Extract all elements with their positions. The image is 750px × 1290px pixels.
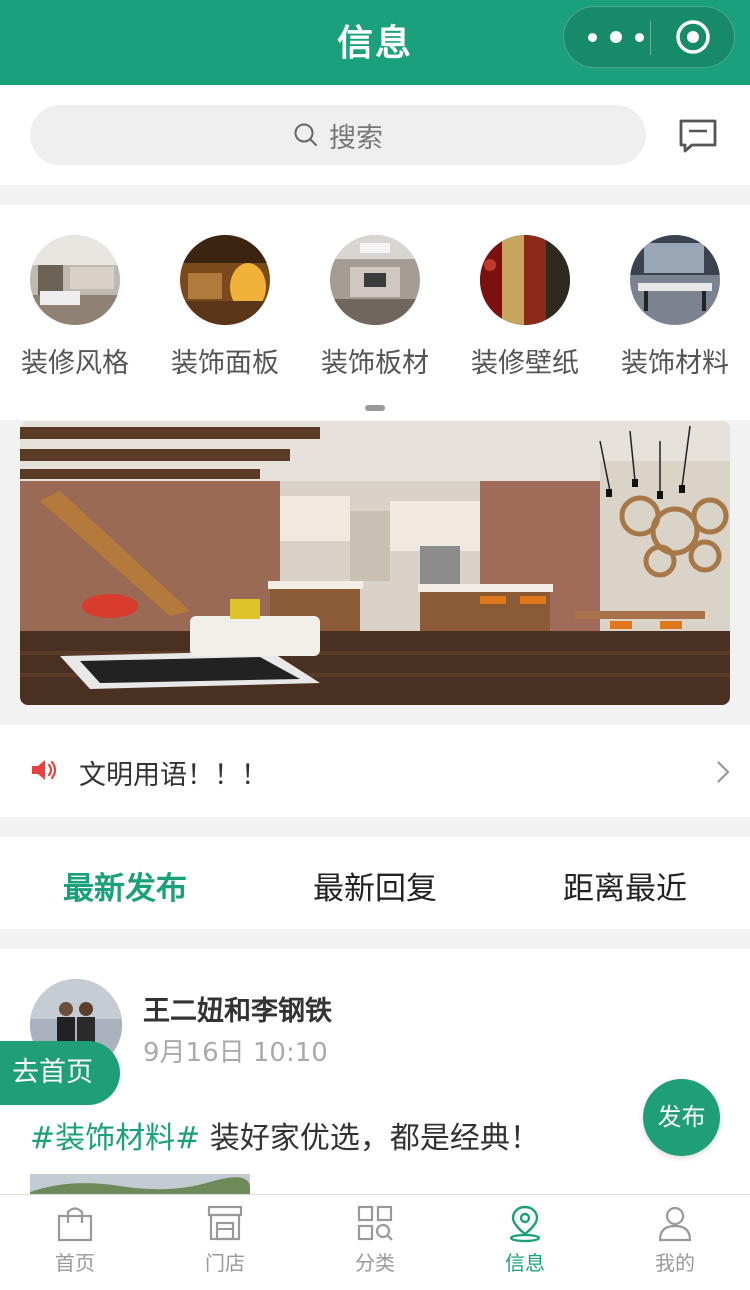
location-pin-icon — [509, 1205, 541, 1243]
search-placeholder: 搜索 — [329, 122, 383, 154]
tab-latest-reply[interactable]: 最新回复 — [250, 863, 500, 908]
tabbar-item-info[interactable]: 信息 — [450, 1203, 600, 1276]
post-topic-tag[interactable]: #装饰材料# — [30, 1121, 200, 1156]
tab-latest-post[interactable]: 最新发布 — [0, 863, 250, 908]
capsule-divider — [650, 21, 651, 55]
sort-tabs: 最新发布 最新回复 距离最近 — [0, 837, 750, 929]
category-item-wallpaper[interactable]: 装修壁纸 — [450, 235, 600, 380]
category-image — [30, 235, 120, 325]
mini-program-capsule — [563, 6, 735, 68]
category-label: 装饰面板 — [171, 348, 279, 379]
shopping-bag-icon — [57, 1207, 93, 1242]
category-item-style[interactable]: 装修风格 — [0, 235, 150, 380]
category-image — [180, 235, 270, 325]
notice-text: 文明用语！！！ — [79, 760, 268, 791]
category-image — [480, 235, 570, 325]
category-label: 装修风格 — [21, 348, 129, 379]
tabbar-item-mine[interactable]: 我的 — [600, 1203, 750, 1276]
category-grid: 装修风格 装饰面板 装饰板材 装修壁纸 装饰材料 — [0, 205, 750, 420]
tabbar-item-home[interactable]: 首页 — [0, 1203, 150, 1276]
post-content: #装饰材料# 装好家优选，都是经典！ — [30, 1113, 540, 1157]
post-text: 装好家优选，都是经典！ — [200, 1121, 540, 1156]
category-image — [330, 235, 420, 325]
tab-nearest[interactable]: 距离最近 — [500, 863, 750, 908]
more-menu-icon[interactable] — [588, 24, 644, 50]
search-input[interactable]: 搜索 — [30, 105, 646, 165]
speaker-icon — [32, 760, 57, 780]
tabbar-label: 我的 — [655, 1251, 695, 1275]
go-home-button[interactable]: 去首页 — [0, 1041, 120, 1105]
search-section: 搜索 — [0, 85, 750, 185]
notice-bar[interactable]: 文明用语！！！ — [0, 725, 750, 817]
chevron-right-icon — [717, 761, 730, 783]
page-indicator — [365, 405, 385, 411]
tabbar-label: 分类 — [355, 1251, 395, 1275]
category-grid-icon — [357, 1205, 393, 1241]
user-icon — [658, 1206, 692, 1242]
navigation-bar: 信息 — [0, 0, 750, 85]
tabbar-item-category[interactable]: 分类 — [300, 1203, 450, 1276]
search-icon — [294, 123, 317, 146]
category-item-material[interactable]: 装饰材料 — [600, 235, 750, 380]
store-icon — [207, 1205, 243, 1241]
category-item-panel[interactable]: 装饰面板 — [150, 235, 300, 380]
tabbar-item-store[interactable]: 门店 — [150, 1203, 300, 1276]
post-author[interactable]: 王二妞和李钢铁 — [143, 989, 332, 1028]
tabbar-label: 门店 — [205, 1251, 245, 1275]
post-time: 9月16日 10:10 — [143, 1038, 328, 1068]
category-image — [630, 235, 720, 325]
banner-image[interactable] — [20, 421, 730, 705]
publish-button[interactable]: 发布 — [643, 1079, 720, 1156]
category-label: 装修壁纸 — [471, 348, 579, 379]
bottom-tab-bar: 首页 门店 分类 信息 我的 — [0, 1194, 750, 1290]
category-item-board[interactable]: 装饰板材 — [300, 235, 450, 380]
tabbar-label: 首页 — [55, 1251, 95, 1275]
tabbar-label: 信息 — [505, 1251, 545, 1275]
close-target-icon[interactable] — [675, 19, 711, 55]
message-icon[interactable] — [678, 118, 718, 154]
category-label: 装饰板材 — [321, 348, 429, 379]
category-label: 装饰材料 — [621, 348, 729, 379]
